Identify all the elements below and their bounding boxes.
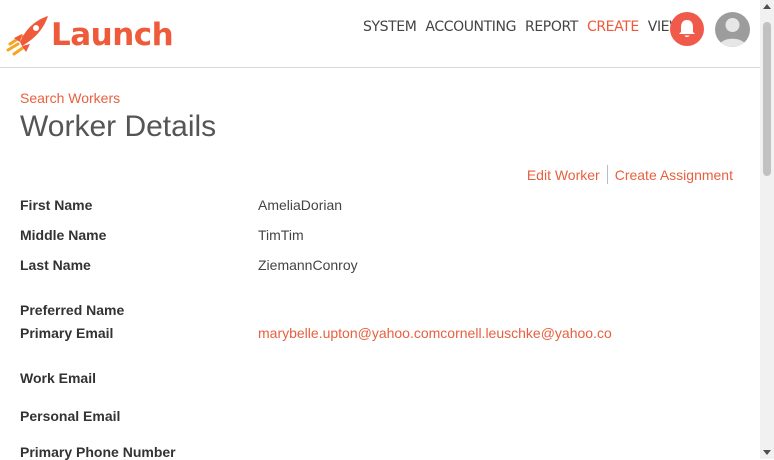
primary-email-link[interactable]: marybelle.upton@yahoo.comcornell.leuschk… (258, 325, 612, 341)
main-nav: SYSTEM ACCOUNTING REPORT CREATE VIEW (363, 19, 683, 35)
user-avatar-button[interactable] (715, 12, 750, 47)
primary-email-label: Primary Email (20, 325, 114, 341)
nav-system[interactable]: SYSTEM (363, 19, 417, 35)
nav-report[interactable]: REPORT (525, 19, 578, 35)
nav-accounting[interactable]: ACCOUNTING (425, 19, 516, 35)
work-email-label: Work Email (20, 370, 96, 386)
first-name-label: First Name (20, 197, 93, 213)
personal-email-label: Personal Email (20, 408, 121, 424)
middle-name-label: Middle Name (20, 227, 107, 243)
last-name-label: Last Name (20, 257, 91, 273)
first-name-value: AmeliaDorian (258, 197, 343, 213)
last-name-value: ZiemannConroy (258, 257, 358, 273)
page-scrollbar[interactable] (760, 0, 774, 459)
notifications-button[interactable] (670, 12, 704, 46)
middle-name-value: TimTim (258, 227, 304, 243)
edit-worker-link[interactable]: Edit Worker (527, 167, 600, 183)
breadcrumb-search-workers[interactable]: Search Workers (20, 90, 120, 106)
scroll-down-arrow-icon[interactable] (762, 447, 772, 457)
nav-create[interactable]: CREATE (587, 19, 639, 35)
brand-logo[interactable]: Launch (6, 14, 174, 56)
scrollbar-thumb[interactable] (763, 22, 771, 176)
scroll-up-arrow-icon[interactable] (762, 2, 772, 12)
app-header: Launch SYSTEM ACCOUNTING REPORT CREATE V… (0, 0, 760, 68)
preferred-name-label: Preferred Name (20, 302, 125, 318)
avatar-icon (719, 18, 746, 47)
primary-phone-label: Primary Phone Number (20, 444, 176, 460)
worker-actions: Edit Worker Create Assignment (527, 165, 733, 184)
rocket-icon (6, 16, 48, 56)
action-divider (606, 165, 608, 184)
brand-name: Launch (51, 17, 174, 53)
create-assignment-link[interactable]: Create Assignment (615, 167, 733, 183)
bell-icon (679, 20, 695, 37)
page-title: Worker Details (20, 110, 217, 143)
